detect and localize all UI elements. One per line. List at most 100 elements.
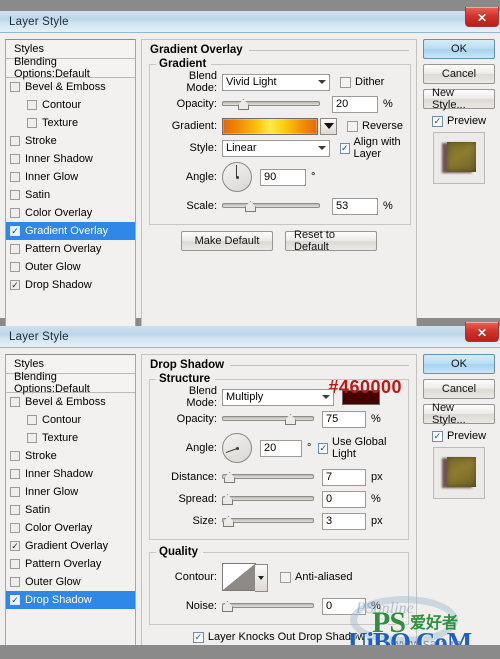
checkbox-icon[interactable]: ✓ <box>10 172 20 182</box>
scale-slider[interactable] <box>222 199 320 213</box>
checkbox-icon[interactable]: ✓ <box>280 571 291 583</box>
checkbox-icon[interactable]: ✓ <box>10 559 20 569</box>
ok-button[interactable]: OK <box>423 39 495 59</box>
contour-preview[interactable] <box>222 563 268 592</box>
sidebar-item-stroke[interactable]: ✓ Stroke <box>6 447 135 465</box>
gradient-preview[interactable] <box>222 117 318 135</box>
checkbox-icon[interactable]: ✓ <box>340 76 351 88</box>
checkbox-icon[interactable]: ✓ <box>10 577 20 587</box>
distance-input[interactable] <box>322 468 366 486</box>
sidebar-item-drop-shadow[interactable]: ✓ Drop Shadow <box>6 276 135 294</box>
checkbox-icon[interactable]: ✓ <box>10 280 20 290</box>
checkbox-icon[interactable]: ✓ <box>431 115 443 127</box>
checkbox-icon[interactable]: ✓ <box>10 208 20 218</box>
checkbox-icon[interactable]: ✓ <box>10 226 20 236</box>
sidebar-item-bevel-emboss[interactable]: ✓ Bevel & Emboss <box>6 393 135 411</box>
checkbox-icon[interactable]: ✓ <box>27 415 37 425</box>
checkbox-icon[interactable]: ✓ <box>10 523 20 533</box>
sidebar-item-gradient-overlay[interactable]: ✓ Gradient Overlay <box>6 222 135 240</box>
opacity-slider[interactable] <box>222 412 314 426</box>
style-select[interactable]: Linear <box>222 139 330 157</box>
preview-checkbox-inner[interactable]: ✓ Preview <box>431 115 486 127</box>
sidebar-item-satin[interactable]: ✓ Satin <box>6 501 135 519</box>
preview-checkbox[interactable]: ✓ Preview <box>431 115 486 127</box>
sidebar-item-color-overlay[interactable]: ✓ Color Overlay <box>6 204 135 222</box>
checkbox-icon[interactable]: ✓ <box>192 631 204 643</box>
preview-checkbox-inner[interactable]: ✓ Preview <box>431 430 486 442</box>
blend-mode-select[interactable]: Multiply <box>222 388 334 406</box>
sidebar-item-color-overlay[interactable]: ✓ Color Overlay <box>6 519 135 537</box>
layer-knocks-out-checkbox[interactable]: ✓ Layer Knocks Out Drop Shadow <box>192 631 365 643</box>
size-input[interactable] <box>322 512 366 530</box>
angle-dial[interactable] <box>222 162 252 192</box>
use-global-light-checkbox[interactable]: ✓ Use Global Light <box>318 436 401 460</box>
checkbox-icon[interactable]: ✓ <box>340 142 350 154</box>
dither-checkbox[interactable]: ✓ Dither <box>340 76 384 88</box>
checkbox-icon[interactable]: ✓ <box>10 154 20 164</box>
sidebar-item-satin[interactable]: ✓ Satin <box>6 186 135 204</box>
blending-options-item[interactable]: Blending Options:Default <box>6 56 135 80</box>
sidebar-item-pattern-overlay[interactable]: ✓ Pattern Overlay <box>6 240 135 258</box>
checkbox-icon[interactable]: ✓ <box>10 190 20 200</box>
sidebar-item-inner-shadow[interactable]: ✓ Inner Shadow <box>6 150 135 168</box>
checkbox-icon[interactable]: ✓ <box>10 487 20 497</box>
reverse-checkbox[interactable]: ✓ Reverse <box>347 120 403 132</box>
spread-slider[interactable] <box>222 492 314 506</box>
distance-slider[interactable] <box>222 470 314 484</box>
sidebar-item-gradient-overlay[interactable]: ✓ Gradient Overlay <box>6 537 135 555</box>
opacity-input[interactable] <box>322 410 366 428</box>
checkbox-icon[interactable]: ✓ <box>27 100 37 110</box>
sidebar-item-inner-shadow[interactable]: ✓ Inner Shadow <box>6 465 135 483</box>
cancel-button[interactable]: Cancel <box>423 379 495 399</box>
checkbox-icon[interactable]: ✓ <box>10 82 20 92</box>
ok-button[interactable]: OK <box>423 354 495 374</box>
blend-mode-select-wrap[interactable]: Vivid Light <box>222 73 330 91</box>
new-style-button[interactable]: New Style... <box>423 87 495 111</box>
blending-options-item[interactable]: Blending Options:Default <box>6 371 135 395</box>
sidebar-item-stroke[interactable]: ✓ Stroke <box>6 132 135 150</box>
sidebar-item-texture[interactable]: ✓ Texture <box>6 429 135 447</box>
preview-checkbox[interactable]: ✓ Preview <box>431 430 486 442</box>
new-style-button[interactable]: New Style... <box>423 402 495 426</box>
sidebar-item-drop-shadow[interactable]: ✓ Drop Shadow <box>6 591 135 609</box>
spread-input[interactable] <box>322 490 366 508</box>
gradient-picker-button[interactable] <box>320 117 337 135</box>
checkbox-icon[interactable]: ✓ <box>10 505 20 515</box>
checkbox-icon[interactable]: ✓ <box>318 442 329 454</box>
blend-mode-select[interactable]: Vivid Light <box>222 73 330 91</box>
sidebar-item-texture[interactable]: ✓ Texture <box>6 114 135 132</box>
sidebar-item-inner-glow[interactable]: ✓ Inner Glow <box>6 168 135 186</box>
checkbox-icon[interactable]: ✓ <box>347 120 358 132</box>
close-button[interactable]: ✕ <box>465 322 499 342</box>
sidebar-item-contour[interactable]: ✓ Contour <box>6 411 135 429</box>
make-default-button[interactable]: Make Default <box>181 231 273 251</box>
sidebar-item-pattern-overlay[interactable]: ✓ Pattern Overlay <box>6 555 135 573</box>
blend-mode-select-wrap[interactable]: Multiply <box>222 388 334 406</box>
reset-to-default-button[interactable]: Reset to Default <box>285 229 377 253</box>
noise-input[interactable] <box>322 597 366 615</box>
cancel-button[interactable]: Cancel <box>423 64 495 84</box>
angle-dial[interactable] <box>222 433 252 463</box>
checkbox-icon[interactable]: ✓ <box>10 397 20 407</box>
checkbox-icon[interactable]: ✓ <box>10 541 20 551</box>
size-slider[interactable] <box>222 514 314 528</box>
sidebar-item-contour[interactable]: ✓ Contour <box>6 96 135 114</box>
sidebar-item-bevel-emboss[interactable]: ✓ Bevel & Emboss <box>6 78 135 96</box>
angle-input[interactable] <box>260 439 302 457</box>
style-select-wrap[interactable]: Linear <box>222 139 330 157</box>
sidebar-item-outer-glow[interactable]: ✓ Outer Glow <box>6 573 135 591</box>
opacity-input[interactable] <box>332 95 378 113</box>
checkbox-icon[interactable]: ✓ <box>431 430 443 442</box>
align-with-layer-checkbox[interactable]: ✓ Align with Layer <box>340 136 403 160</box>
angle-input[interactable] <box>260 168 306 186</box>
checkbox-icon[interactable]: ✓ <box>10 244 20 254</box>
checkbox-icon[interactable]: ✓ <box>10 136 20 146</box>
checkbox-icon[interactable]: ✓ <box>10 451 20 461</box>
checkbox-icon[interactable]: ✓ <box>10 469 20 479</box>
anti-aliased-checkbox[interactable]: ✓ Anti-aliased <box>280 571 352 583</box>
checkbox-icon[interactable]: ✓ <box>10 595 20 605</box>
sidebar-item-inner-glow[interactable]: ✓ Inner Glow <box>6 483 135 501</box>
sidebar-item-outer-glow[interactable]: ✓ Outer Glow <box>6 258 135 276</box>
checkbox-icon[interactable]: ✓ <box>27 433 37 443</box>
scale-input[interactable] <box>332 197 378 215</box>
